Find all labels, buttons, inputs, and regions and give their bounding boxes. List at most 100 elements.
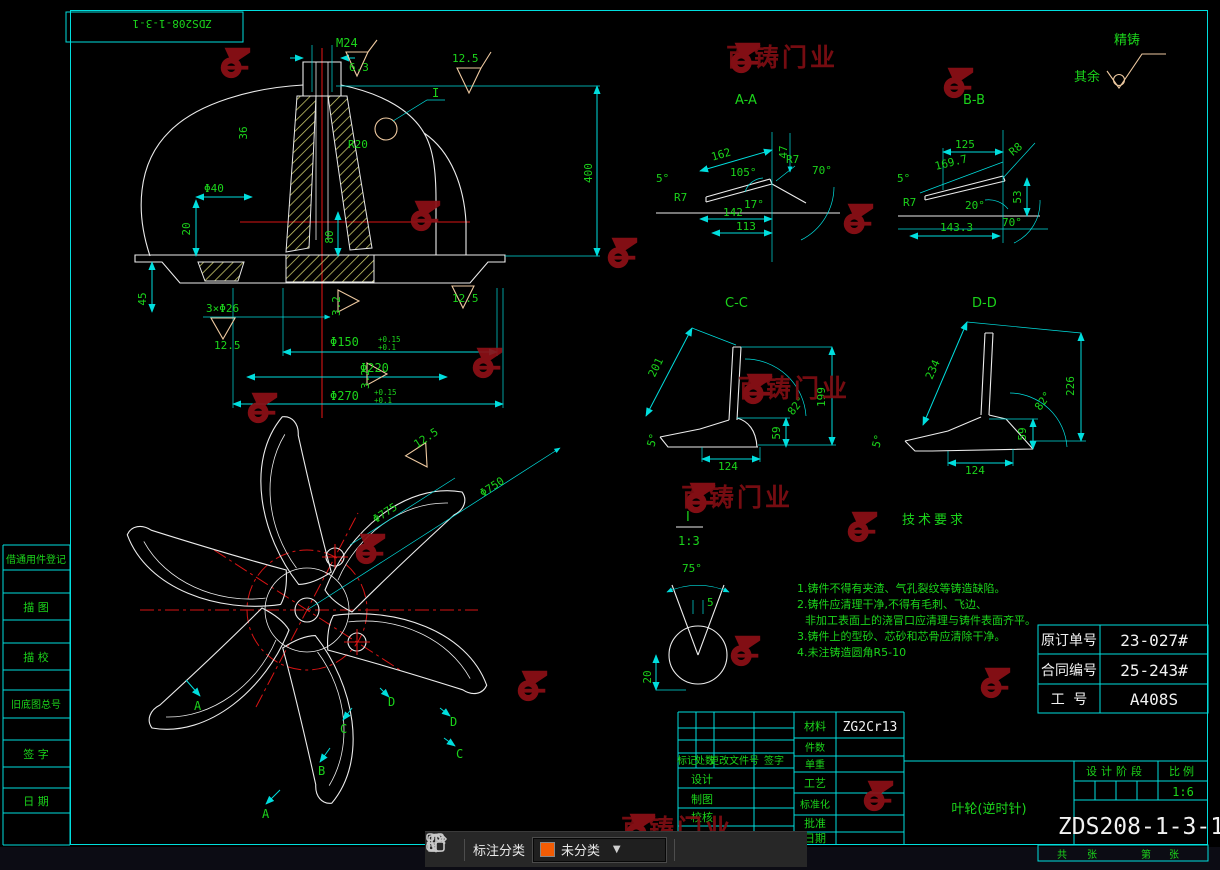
tech-req-note: 2.铸件应清理干净,不得有毛刺、飞边、: [797, 597, 987, 611]
section-label: D-D: [972, 296, 997, 311]
dim: 162: [710, 146, 733, 164]
tolerance: +0.1: [378, 343, 396, 352]
scale-value: 1:6: [1172, 785, 1194, 799]
category-dropdown[interactable]: 未分类 ▼: [533, 838, 666, 862]
order-label: 合同编号: [1041, 663, 1097, 679]
sidebar-item: 旧底图总号: [11, 698, 61, 711]
tech-req-note: 4.未注铸造圆角R5-10: [797, 645, 906, 659]
dim: 125: [955, 138, 975, 151]
dim: 47: [777, 145, 790, 158]
dim: R20: [348, 138, 368, 151]
dim: 169.7: [934, 152, 969, 173]
tb-label: 件数: [805, 741, 825, 754]
copy-button[interactable]: [745, 837, 768, 863]
dim: R7: [674, 191, 687, 204]
dim: 201: [646, 356, 666, 380]
dim: 5°: [897, 172, 910, 185]
dim: 75°: [682, 562, 702, 575]
sheet-label: 张: [1087, 849, 1097, 861]
dim: 3.2: [359, 369, 372, 389]
dim: 80: [323, 230, 336, 243]
category-color-swatch: [540, 842, 555, 857]
detail-scale: 1:3: [678, 534, 700, 548]
dim: 6.3: [349, 61, 369, 74]
order-label: 原订单号: [1041, 633, 1097, 649]
category-dropdown-value: 未分类: [561, 840, 607, 859]
detail-view: I 1:3 75° 5 20: [641, 510, 729, 690]
section-bb-view: B-B 125 169.7 R8 5° R7 53 20° 143.3 70°: [897, 93, 1048, 243]
frame-code-mirrored: ZDS208-1-3-1: [133, 17, 212, 30]
order-value: A408S: [1130, 690, 1178, 709]
dim: 5°: [645, 432, 661, 448]
role-label: 设计: [691, 773, 713, 786]
section-letter: A: [262, 807, 270, 821]
tb-label: 日期: [804, 832, 826, 845]
order-value: 23-027#: [1120, 631, 1188, 650]
rest-finish-label: 其余: [1074, 69, 1100, 85]
section-dd-view: D-D 234 226 82° 59 124 5°: [870, 296, 1086, 477]
dim: 12.5: [452, 52, 479, 65]
sheet-label: 张: [1169, 849, 1179, 861]
section-letter: C: [456, 747, 463, 761]
tb-label: 单重: [805, 758, 825, 771]
dim: R8: [1006, 140, 1025, 158]
dim: 70°: [812, 164, 832, 177]
tb-label: 标准化: [800, 798, 830, 811]
paste-button[interactable]: [776, 837, 799, 863]
rev-header: 更改文件号: [709, 754, 759, 767]
dim: 124: [965, 464, 985, 477]
dim: 20: [180, 222, 193, 235]
dim: 82°: [785, 394, 807, 418]
material-label: 材料: [804, 719, 826, 733]
tolerance: +0.1: [374, 396, 392, 405]
scale-label: 比例: [1169, 764, 1197, 778]
app-window: ZDS208-1-3-1 精铸 其余 借通用件登记 描 图 描 校 旧底图总号: [0, 0, 1220, 870]
material-value: ZG2Cr13: [843, 720, 898, 735]
part-name: 叶轮(逆时针): [951, 801, 1026, 817]
edit-annotation-button[interactable]: [683, 837, 706, 863]
dim: 5°: [870, 433, 886, 449]
dim: R7: [903, 196, 916, 209]
order-label: 工 号: [1051, 692, 1087, 708]
sheet-label: 共: [1057, 849, 1067, 861]
dim: 20°: [965, 199, 985, 212]
toolbar-separator: [674, 839, 675, 861]
sheet-label: 第: [1141, 848, 1151, 861]
dim: 70°: [1002, 216, 1022, 229]
section-label: A-A: [735, 93, 757, 108]
move-button[interactable]: [714, 837, 737, 863]
dim: 3.2: [330, 296, 343, 316]
stage-label: 设计阶段: [1086, 764, 1146, 778]
dim: 113: [736, 220, 756, 233]
sidebar-item: 描 校: [23, 650, 49, 664]
dim: M24: [336, 36, 358, 50]
tech-req-note: 1.铸件不得有夹渣、气孔裂纹等铸造缺陷。: [797, 581, 1006, 595]
section-letter: D: [450, 715, 457, 729]
tech-req-title: 技术要求: [902, 513, 966, 528]
dim: 5: [707, 596, 714, 609]
dim: Φ775: [370, 500, 399, 525]
order-value: 25-243#: [1120, 661, 1188, 680]
paste-icon: [425, 832, 447, 854]
section-label: B-B: [963, 93, 985, 108]
order-table: 原订单号 23-027# 合同编号 25-243# 工 号 A408S: [1038, 625, 1208, 713]
dim: 17°: [744, 198, 764, 211]
dim: 59: [1016, 427, 1029, 440]
category-label: 标注分类: [473, 840, 525, 859]
detail-label: I: [686, 510, 690, 525]
section-aa-view: A-A 5° 162 105° R7 R7 70° 17° 142 113 47: [656, 93, 840, 262]
cad-drawing[interactable]: ZDS208-1-3-1 精铸 其余 借通用件登记 描 图 描 校 旧底图总号: [0, 0, 1220, 870]
sidebar-item: 签 字: [23, 747, 49, 761]
impeller-view: Φ775 Φ750 12.5 A A B C C D D: [125, 414, 560, 821]
dim: 53: [1011, 190, 1024, 203]
cast-finish-label: 精铸: [1114, 32, 1140, 48]
drawing-number: ZDS208-1-3-1: [1058, 814, 1220, 840]
section-letter: A: [194, 699, 202, 713]
dim: 400: [582, 163, 595, 183]
main-section-view: M24 6.3 12.5 R20 I Φ40 36 20 80 45 400 3…: [135, 36, 600, 418]
tb-label: 工艺: [804, 777, 826, 790]
dim: 105°: [730, 166, 757, 179]
section-letter: C: [340, 722, 347, 736]
tech-req-note: 非加工表面上的浇冒口应清理与铸件表面齐平。: [805, 613, 1036, 627]
detail-mark: I: [432, 86, 439, 100]
